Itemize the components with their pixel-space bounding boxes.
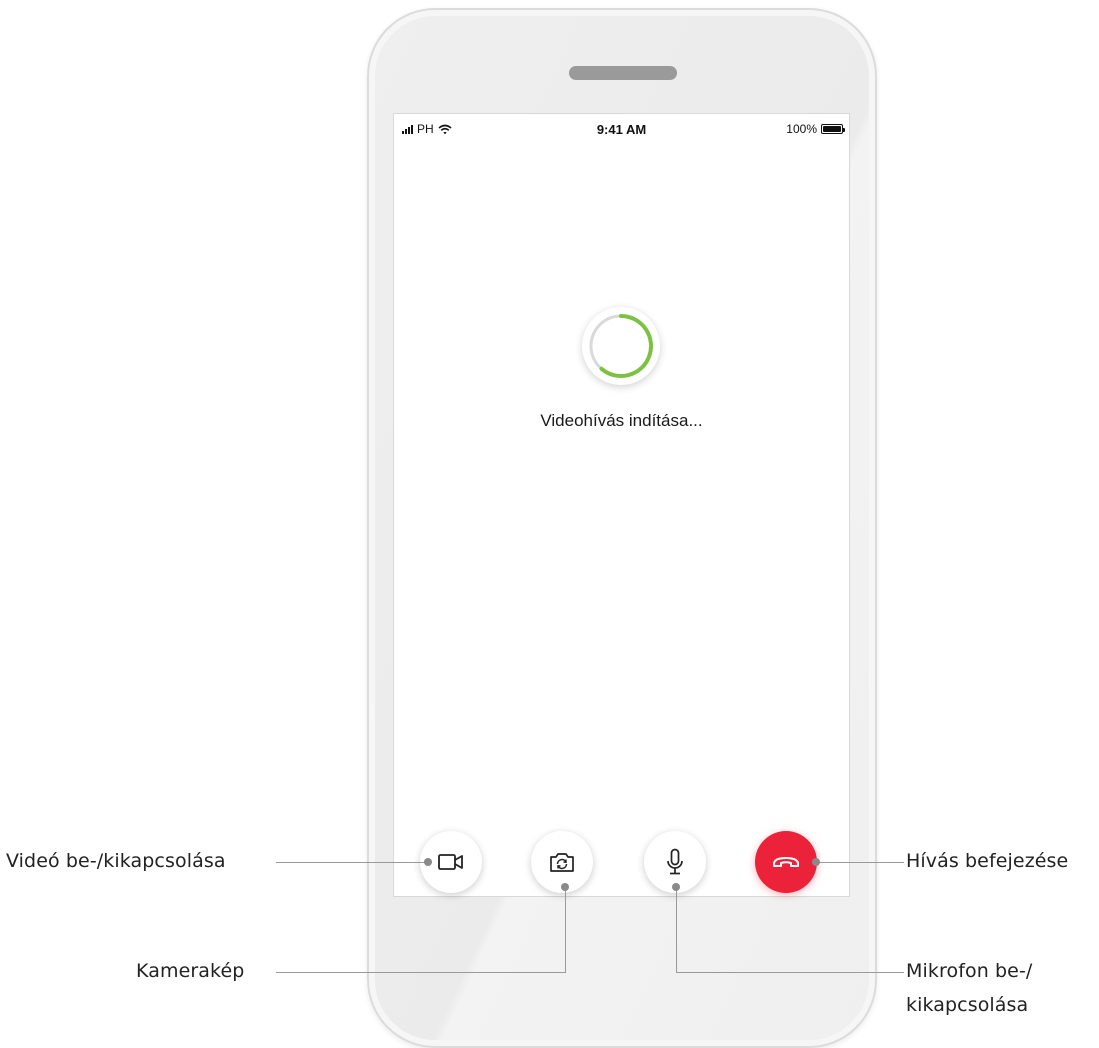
microphone-icon: [667, 848, 683, 875]
callout-line-mic-h: [676, 972, 904, 973]
status-bar: PH 9:41 AM 100%: [394, 114, 849, 138]
phone-screen: PH 9:41 AM 100% Videohívás indítása...: [393, 113, 850, 897]
callout-line-camera-h: [276, 972, 566, 973]
spinner-icon: [589, 314, 653, 378]
hang-up-icon: [773, 857, 799, 867]
callout-mic-label-1: Mikrofon be-/: [906, 960, 1033, 982]
callout-dot-end: [812, 858, 820, 866]
battery-percent: 100%: [786, 122, 817, 136]
callout-dot-mic: [672, 883, 680, 891]
loading-spinner: [582, 307, 660, 385]
phone-speaker: [569, 66, 677, 80]
camera-switch-icon: [550, 853, 574, 872]
callout-dot-video: [424, 858, 432, 866]
video-camera-icon: [438, 854, 463, 870]
callout-line-camera-v: [565, 887, 566, 973]
callout-line-video: [276, 862, 426, 863]
end-call-button[interactable]: [755, 831, 817, 893]
callout-mic-label-2: kikapcsolása: [906, 994, 1029, 1016]
status-right: 100%: [786, 122, 845, 136]
callout-video-label: Videó be-/kikapcsolása: [6, 850, 226, 872]
callout-line-mic-v: [676, 887, 677, 973]
callout-dot-camera: [561, 883, 569, 891]
callout-camera-label: Kamerakép: [136, 960, 245, 982]
callout-end-label: Hívás befejezése: [906, 850, 1069, 872]
status-time: 9:41 AM: [596, 122, 647, 137]
loading-text: Videohívás indítása...: [540, 411, 703, 430]
battery-icon: [821, 124, 845, 134]
callout-line-end: [816, 862, 904, 863]
